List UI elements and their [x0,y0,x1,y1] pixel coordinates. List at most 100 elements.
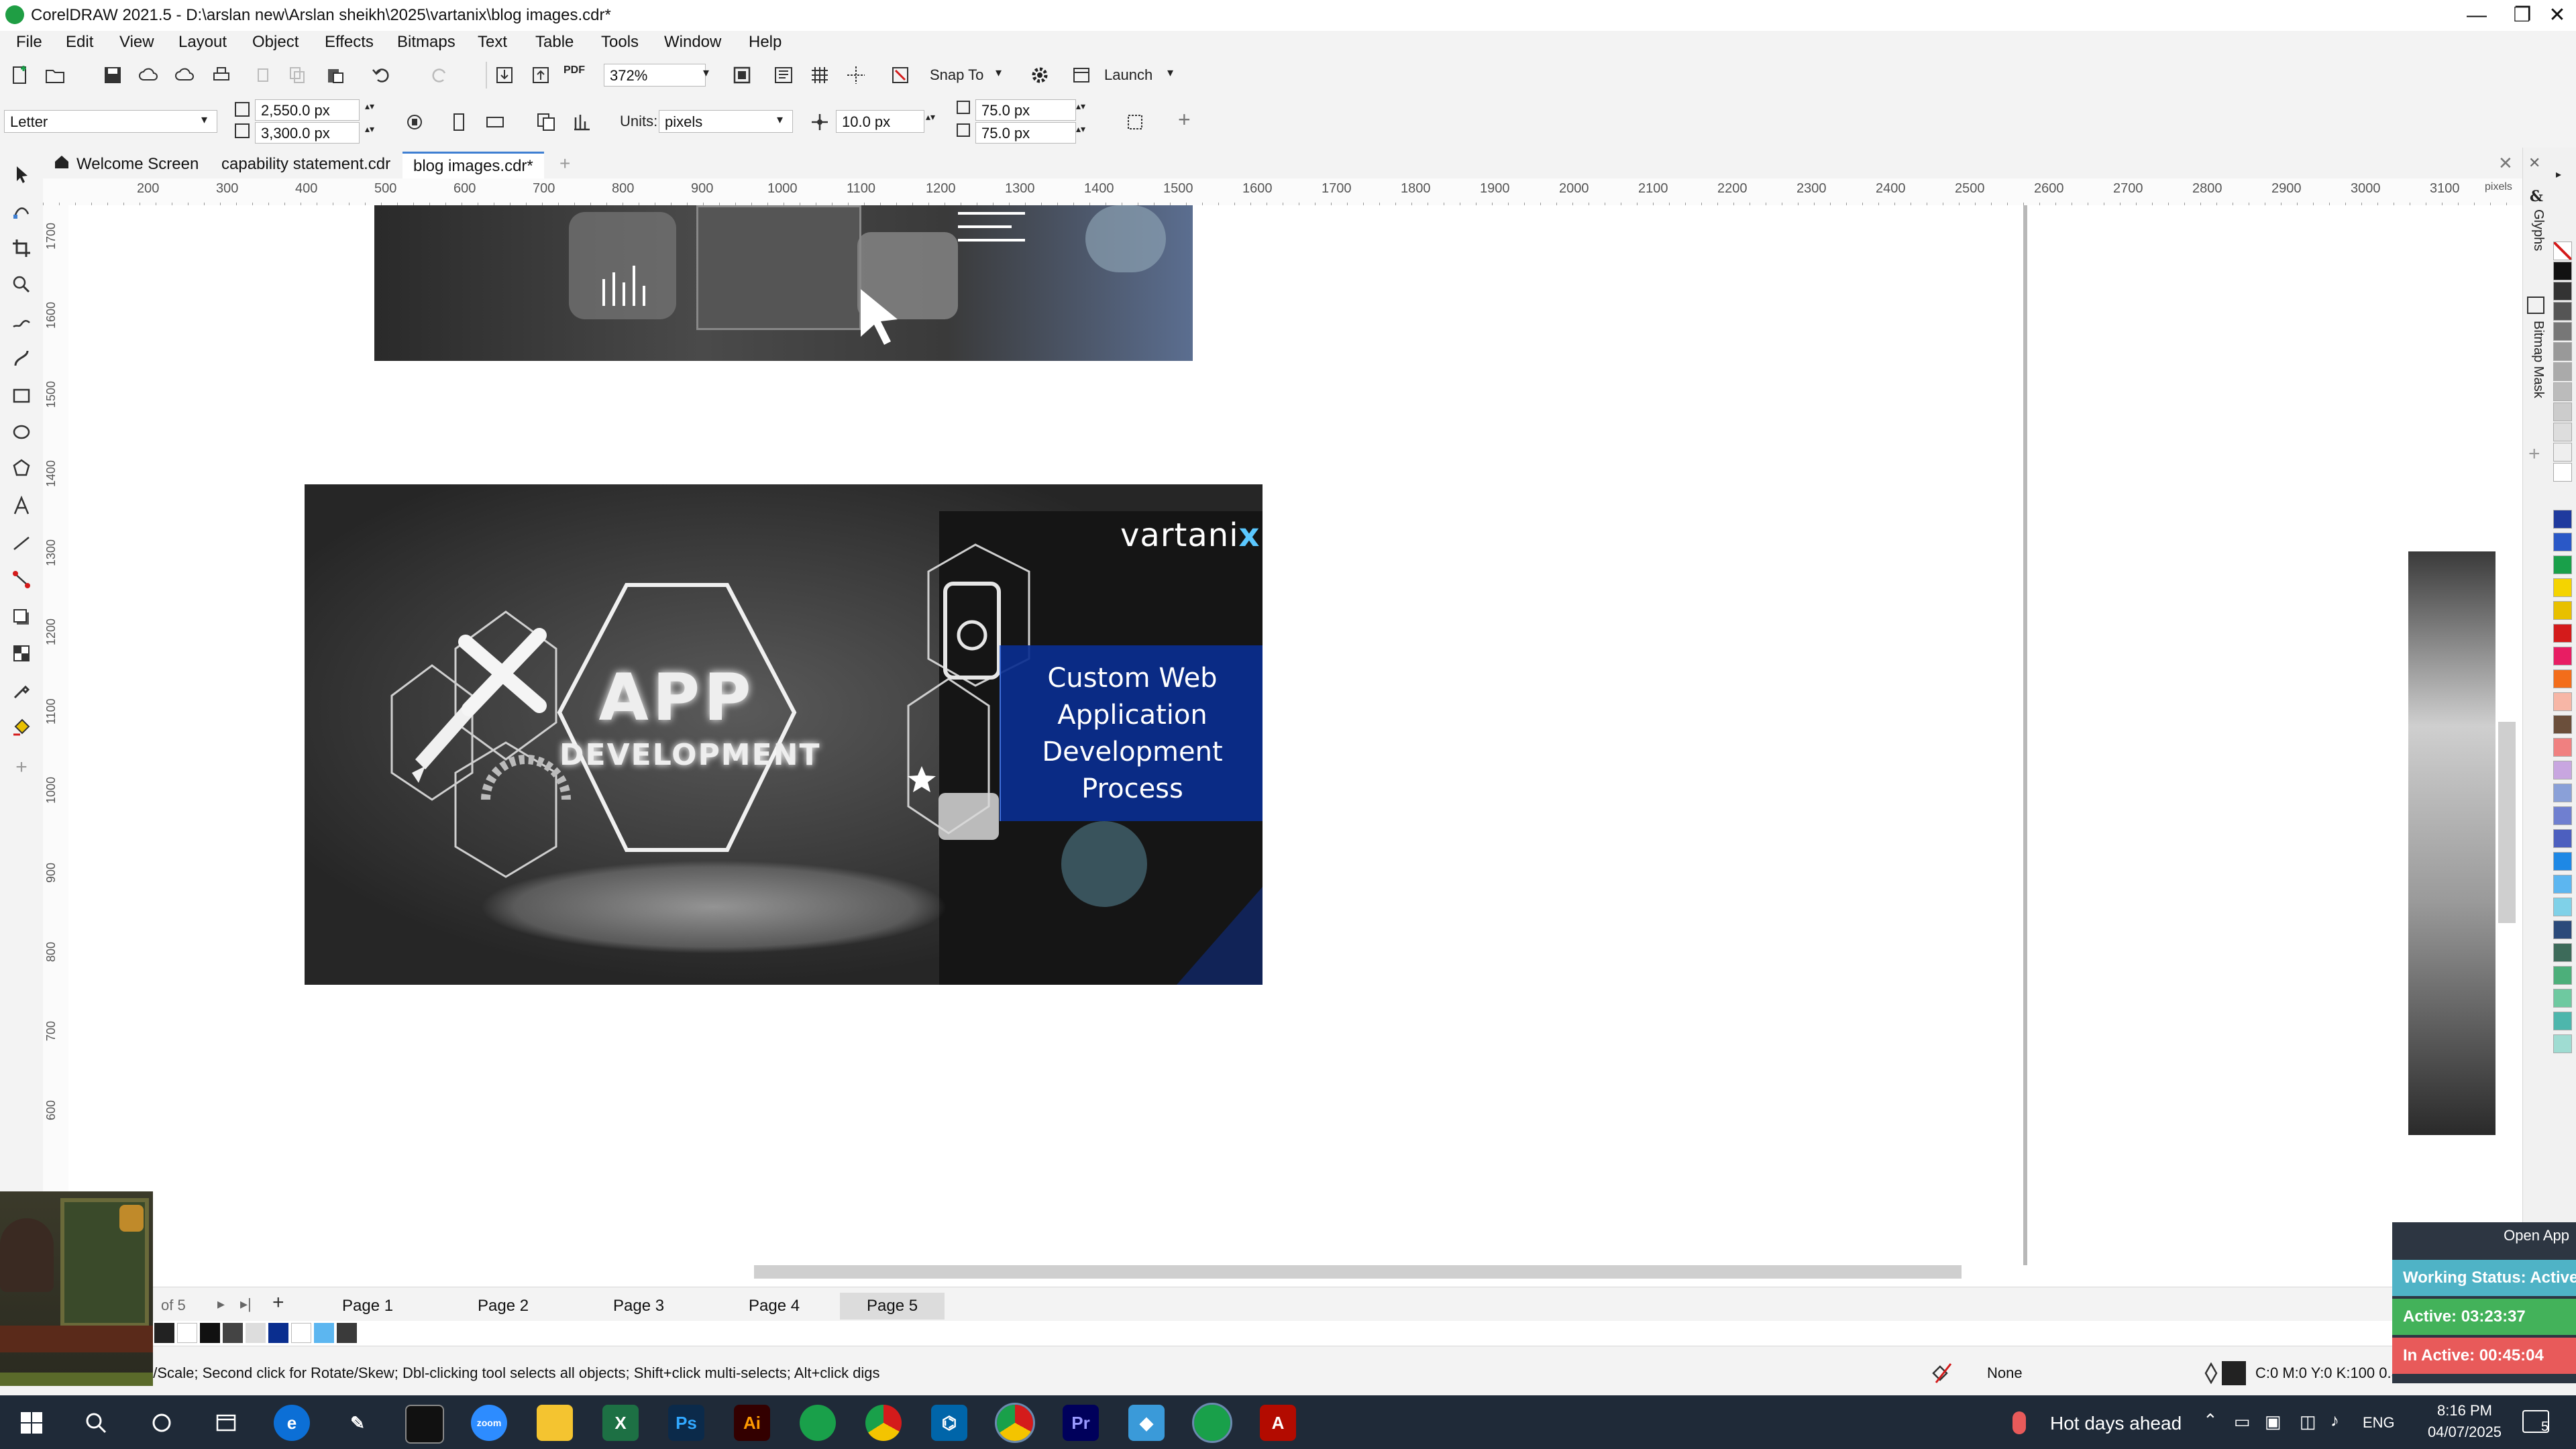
outline-pen-icon[interactable] [2203,1362,2219,1385]
nudge-spinner-icon[interactable]: ▴▾ [926,111,935,123]
page-tab-3[interactable]: Page 3 [586,1293,691,1320]
color-swatch[interactable] [2553,510,2572,529]
duplicate-distance-y-field[interactable]: 75.0 px [975,122,1076,144]
acrobat-icon[interactable]: A [1260,1405,1296,1441]
color-swatch[interactable] [2553,852,2572,871]
snap-to-chevron-icon[interactable]: ▾ [996,66,1002,80]
doc-color-swatch[interactable] [291,1323,311,1343]
close-button[interactable]: ✕ [2536,0,2576,31]
color-swatch[interactable] [2553,738,2572,757]
tray-network-icon[interactable]: ◫ [2300,1411,2316,1432]
color-swatch[interactable] [2553,463,2572,482]
menu-help[interactable]: Help [749,31,782,54]
zoom-dropdown-chevron-icon[interactable]: ▾ [703,66,709,80]
color-swatch[interactable] [2553,806,2572,825]
tray-overflow-chevron-icon[interactable]: ⌃ [2203,1410,2218,1431]
text-tool-icon[interactable] [5,490,38,522]
top-blog-image[interactable] [374,205,1193,361]
cortana-icon[interactable] [144,1405,180,1441]
page-tab-1[interactable]: Page 1 [315,1293,420,1320]
transparency-tool-icon[interactable] [5,637,38,669]
right-partial-image[interactable] [2408,551,2496,1135]
page-orientation-all-icon[interactable] [400,107,429,137]
coreldraw-taskbar-icon[interactable] [800,1405,836,1441]
search-icon[interactable] [78,1405,114,1441]
new-tab-plus-icon[interactable]: + [559,153,570,174]
publish-pdf-label[interactable]: PDF [564,64,585,76]
dup-y-spinner-icon[interactable]: ▴▾ [1076,123,1085,135]
menu-edit[interactable]: Edit [66,31,93,54]
terminal-icon[interactable] [405,1405,444,1444]
add-docker-plus-icon[interactable]: + [2528,443,2540,466]
close-tab-icon[interactable]: ✕ [2498,153,2513,174]
color-swatch[interactable] [2553,784,2572,802]
undo-icon[interactable] [366,60,396,90]
menu-text[interactable]: Text [478,31,507,54]
excel-icon[interactable]: X [602,1405,639,1441]
tab-welcome-screen[interactable]: Welcome Screen [43,152,209,177]
tray-camera-icon[interactable]: ▭ [2234,1411,2251,1432]
color-swatch[interactable] [2553,382,2572,401]
launch-chevron-icon[interactable]: ▾ [1167,66,1173,80]
color-swatch[interactable] [2553,943,2572,962]
no-color-swatch[interactable] [2553,241,2572,260]
horizontal-ruler[interactable]: 200 300 400 500 600 700 800 900 1000 110… [43,178,2522,206]
doc-color-swatch[interactable] [246,1323,266,1343]
menu-bitmaps[interactable]: Bitmaps [397,31,455,54]
menu-effects[interactable]: Effects [325,31,374,54]
task-view-icon[interactable] [208,1405,244,1441]
snap-off-icon[interactable] [885,60,915,90]
page-tab-4[interactable]: Page 4 [722,1293,826,1320]
color-swatch[interactable] [2553,402,2572,421]
print-icon[interactable] [207,60,236,90]
weather-thermometer-icon[interactable] [2012,1411,2026,1434]
color-swatch[interactable] [2553,1012,2572,1030]
color-swatch[interactable] [2553,920,2572,939]
color-swatch[interactable] [2553,624,2572,643]
menu-file[interactable]: File [16,31,42,54]
clock-time[interactable]: 8:16 PM [2424,1402,2505,1419]
cut-icon[interactable] [250,60,279,90]
landscape-icon[interactable] [480,107,510,137]
new-document-icon[interactable] [5,60,35,90]
tray-volume-icon[interactable]: ♪ [2330,1410,2339,1431]
zoom-tool-icon[interactable] [5,268,38,301]
vertical-scrollbar[interactable] [2498,722,2516,923]
coreldraw-active-icon[interactable] [1192,1403,1232,1443]
page-tab-2[interactable]: Page 2 [451,1293,555,1320]
color-swatch[interactable] [2553,322,2572,341]
ellipse-tool-icon[interactable] [5,416,38,448]
tray-security-icon[interactable]: ▣ [2265,1411,2282,1432]
parallel-dimension-tool-icon[interactable] [5,527,38,559]
save-icon[interactable] [98,60,127,90]
menu-table[interactable]: Table [535,31,574,54]
color-swatch[interactable] [2553,578,2572,597]
freehand-tool-icon[interactable] [5,306,38,338]
weather-text[interactable]: Hot days ahead [2050,1413,2182,1434]
shape-tool-icon[interactable] [5,195,38,227]
height-spinner-icon[interactable]: ▴▾ [365,123,374,135]
tab-capability-statement[interactable]: capability statement.cdr [211,152,401,177]
eyedropper-tool-icon[interactable] [5,675,38,707]
docker-tab-glyphs[interactable]: Glyphs [2527,209,2546,276]
windows-start-icon[interactable] [13,1405,50,1441]
page-height-field[interactable]: 3,300.0 px [255,122,360,144]
doc-color-swatch[interactable] [200,1323,220,1343]
launch-icon[interactable] [1067,60,1096,90]
artistic-media-tool-icon[interactable] [5,342,38,374]
options-gear-icon[interactable] [1025,60,1055,90]
rectangle-tool-icon[interactable] [5,380,38,412]
crop-tool-icon[interactable] [5,232,38,264]
page-width-field[interactable]: 2,550.0 px [255,99,360,121]
zoom-fit-icon[interactable] [727,60,757,90]
minimize-button[interactable]: — [2455,0,2498,31]
color-swatch[interactable] [2553,362,2572,381]
color-swatch[interactable] [2553,302,2572,321]
interactive-fill-tool-icon[interactable] [5,711,38,743]
color-swatch[interactable] [2553,989,2572,1008]
tab-blog-images[interactable]: blog images.cdr* [402,152,544,179]
paste-icon[interactable] [321,60,350,90]
doc-color-swatch[interactable] [337,1323,357,1343]
color-swatch[interactable] [2553,647,2572,665]
photoshop-icon[interactable]: Ps [668,1405,704,1441]
